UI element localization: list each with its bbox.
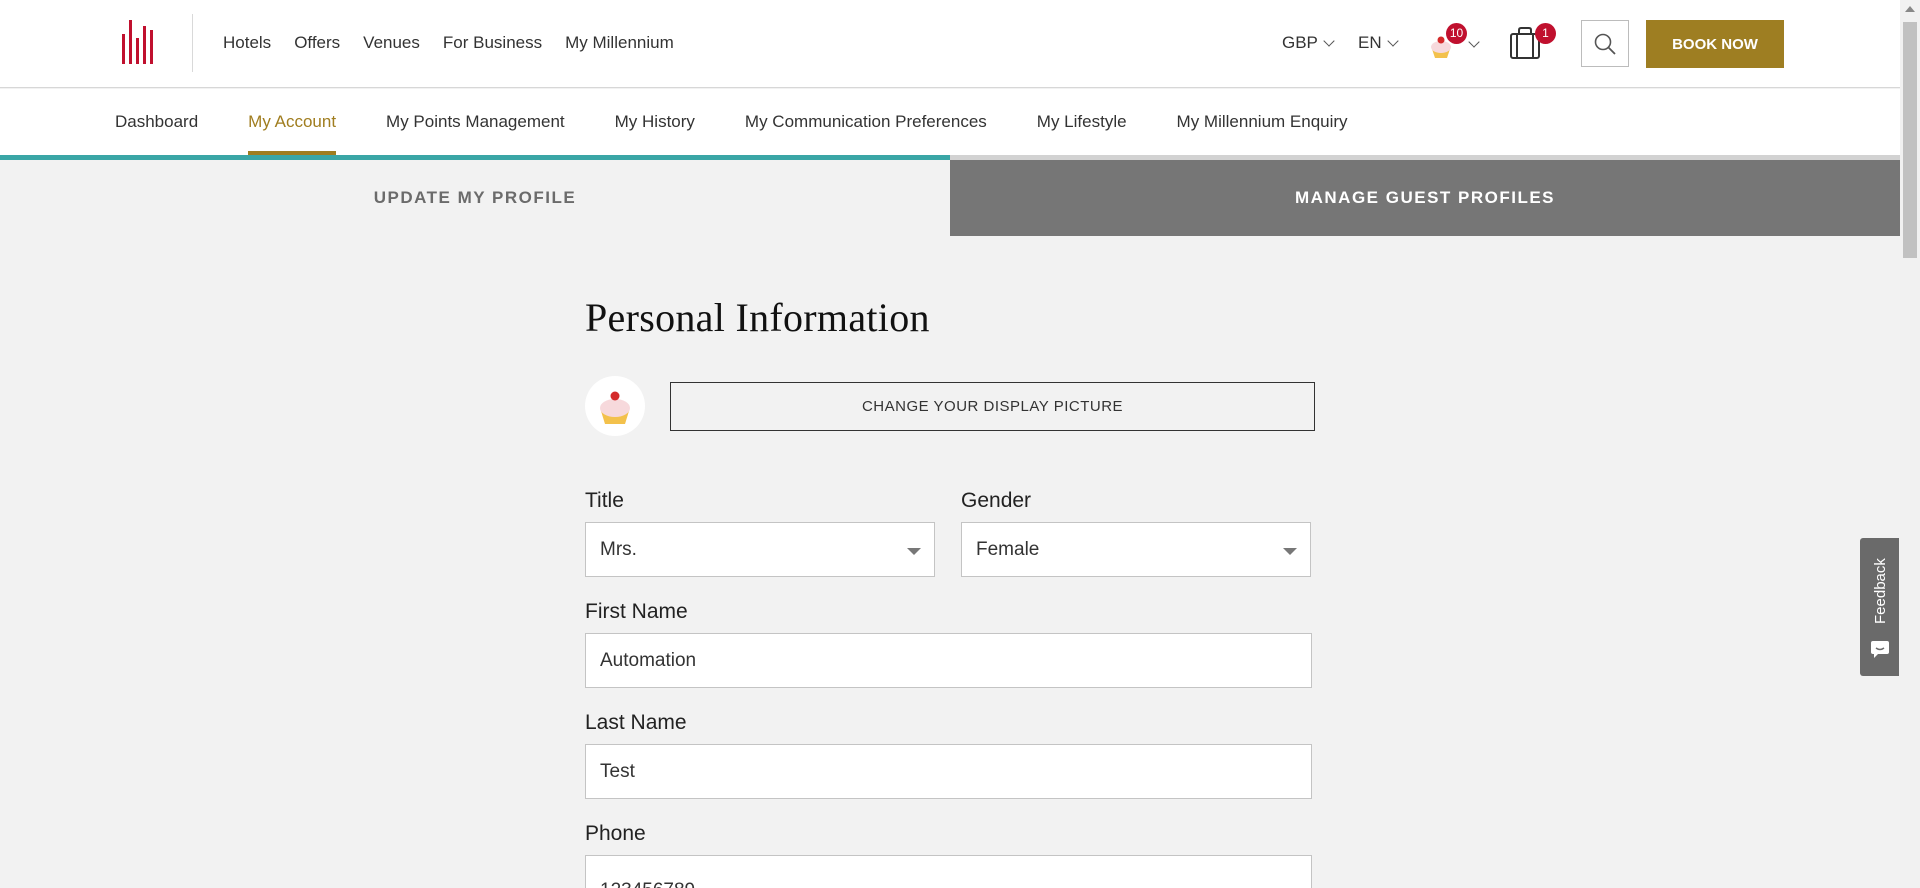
tab-manage-guest-profiles[interactable]: MANAGE GUEST PROFILES — [950, 160, 1900, 236]
first-name-label: First Name — [585, 600, 688, 623]
language-selector[interactable]: EN — [1358, 33, 1399, 53]
tab-update-my-profile[interactable]: UPDATE MY PROFILE — [0, 160, 950, 236]
feedback-tab[interactable]: Feedback — [1860, 538, 1899, 676]
feedback-chat-icon — [1871, 641, 1889, 658]
subnav-my-points-management[interactable]: My Points Management — [386, 89, 565, 155]
points-badge: 10 — [1446, 23, 1467, 44]
subnav-my-communication-preferences[interactable]: My Communication Preferences — [745, 89, 987, 155]
last-name-label: Last Name — [585, 711, 687, 734]
nav-venues[interactable]: Venues — [363, 33, 420, 53]
language-value: EN — [1358, 33, 1382, 52]
subnav-my-history[interactable]: My History — [615, 89, 695, 155]
title-select-value: Mrs. — [600, 538, 637, 560]
search-button[interactable] — [1581, 20, 1629, 67]
subnav-my-millennium-enquiry[interactable]: My Millennium Enquiry — [1177, 89, 1348, 155]
nav-my-millennium[interactable]: My Millennium — [565, 33, 674, 53]
last-name-field[interactable]: Test — [585, 744, 1312, 799]
cupcake-icon — [600, 391, 630, 424]
logo-divider — [192, 14, 193, 72]
avatar — [585, 376, 645, 436]
page-title: Personal Information — [585, 295, 930, 340]
book-now-button[interactable]: BOOK NOW — [1646, 20, 1784, 68]
subnav-my-account[interactable]: My Account — [248, 89, 336, 155]
main-nav: Hotels Offers Venues For Business My Mil… — [223, 33, 674, 53]
change-display-picture-button[interactable]: CHANGE YOUR DISPLAY PICTURE — [670, 382, 1315, 431]
search-icon — [1594, 33, 1616, 55]
site-header: Hotels Offers Venues For Business My Mil… — [0, 0, 1900, 88]
logo-icon[interactable] — [122, 20, 154, 64]
dropdown-arrow-icon — [1283, 548, 1297, 555]
account-subnav: Dashboard My Account My Points Managemen… — [0, 89, 1900, 155]
title-label: Title — [585, 489, 624, 512]
subnav-dashboard[interactable]: Dashboard — [115, 89, 198, 155]
phone-field[interactable]: 123456789 — [585, 855, 1312, 888]
phone-label: Phone — [585, 822, 646, 845]
dropdown-arrow-icon — [907, 548, 921, 555]
gender-select-value: Female — [976, 538, 1040, 560]
gender-label: Gender — [961, 489, 1032, 512]
scroll-up-arrow-icon[interactable] — [1905, 6, 1915, 12]
bag-badge: 1 — [1535, 23, 1556, 44]
last-name-value: Test — [600, 760, 635, 782]
nav-offers[interactable]: Offers — [294, 33, 340, 53]
scrollbar-thumb[interactable] — [1903, 22, 1917, 258]
chevron-down-icon — [1386, 35, 1399, 47]
phone-value: 123456789 — [600, 880, 695, 888]
chevron-down-icon — [1323, 35, 1335, 47]
first-name-value: Automation — [600, 649, 697, 671]
nav-for-business[interactable]: For Business — [443, 33, 542, 53]
feedback-label: Feedback — [1872, 558, 1889, 624]
chevron-down-icon[interactable] — [1468, 36, 1480, 48]
subnav-my-lifestyle[interactable]: My Lifestyle — [1037, 89, 1127, 155]
currency-selector[interactable]: GBP — [1282, 33, 1335, 53]
gender-select[interactable]: Female — [961, 522, 1311, 577]
title-select[interactable]: Mrs. — [585, 522, 935, 577]
first-name-field[interactable]: Automation — [585, 633, 1312, 688]
currency-value: GBP — [1282, 33, 1318, 52]
nav-hotels[interactable]: Hotels — [223, 33, 271, 53]
